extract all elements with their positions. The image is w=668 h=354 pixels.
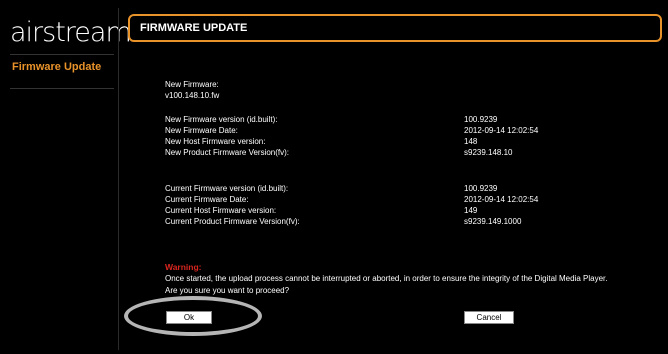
new-firmware-date-value: 2012-09-14 12:02:54 xyxy=(464,126,539,135)
current-firmware-version-label: Current Firmware version (id.built): xyxy=(165,184,289,193)
current-firmware-date-label: Current Firmware Date: xyxy=(165,195,249,204)
app-frame: airstream Firmware Update FIRMWARE UPDAT… xyxy=(0,0,668,354)
sidebar-divider xyxy=(10,88,114,89)
current-firmware-version-value: 100.9239 xyxy=(464,184,498,193)
cancel-button[interactable]: Cancel xyxy=(464,311,514,324)
new-firmware-date-label: New Firmware Date: xyxy=(165,126,238,135)
airstream-logo: airstream xyxy=(10,17,132,48)
sidebar: airstream Firmware Update xyxy=(4,8,132,350)
new-product-firmware-value: s9239.148.10 xyxy=(464,148,513,157)
new-firmware-version-value: 100.9239 xyxy=(464,115,498,124)
warning-message: Once started, the upload process cannot … xyxy=(165,274,608,283)
new-firmware-version-label: New Firmware version (id.built): xyxy=(165,115,278,124)
sidebar-divider xyxy=(10,54,114,55)
ok-button[interactable]: Ok xyxy=(166,311,212,324)
new-host-firmware-label: New Host Firmware version: xyxy=(165,137,266,146)
new-firmware-file: v100.148.10.fw xyxy=(165,91,220,100)
sidebar-item-firmware-update[interactable]: Firmware Update xyxy=(12,61,101,73)
confirm-question: Are you sure you want to proceed? xyxy=(165,286,290,295)
new-firmware-heading: New Firmware: xyxy=(165,80,219,89)
current-firmware-date-value: 2012-09-14 12:02:54 xyxy=(464,195,539,204)
sidebar-separator xyxy=(118,8,119,350)
warning-title: Warning: xyxy=(165,262,202,272)
new-host-firmware-value: 148 xyxy=(464,137,478,146)
page-header: FIRMWARE UPDATE xyxy=(128,14,662,42)
page-title: FIRMWARE UPDATE xyxy=(140,22,248,34)
current-host-firmware-value: 149 xyxy=(464,206,478,215)
current-product-firmware-label: Current Product Firmware Version(fv): xyxy=(165,217,300,226)
current-host-firmware-label: Current Host Firmware version: xyxy=(165,206,277,215)
current-product-firmware-value: s9239.149.1000 xyxy=(464,217,522,226)
new-product-firmware-label: New Product Firmware Version(fv): xyxy=(165,148,290,157)
